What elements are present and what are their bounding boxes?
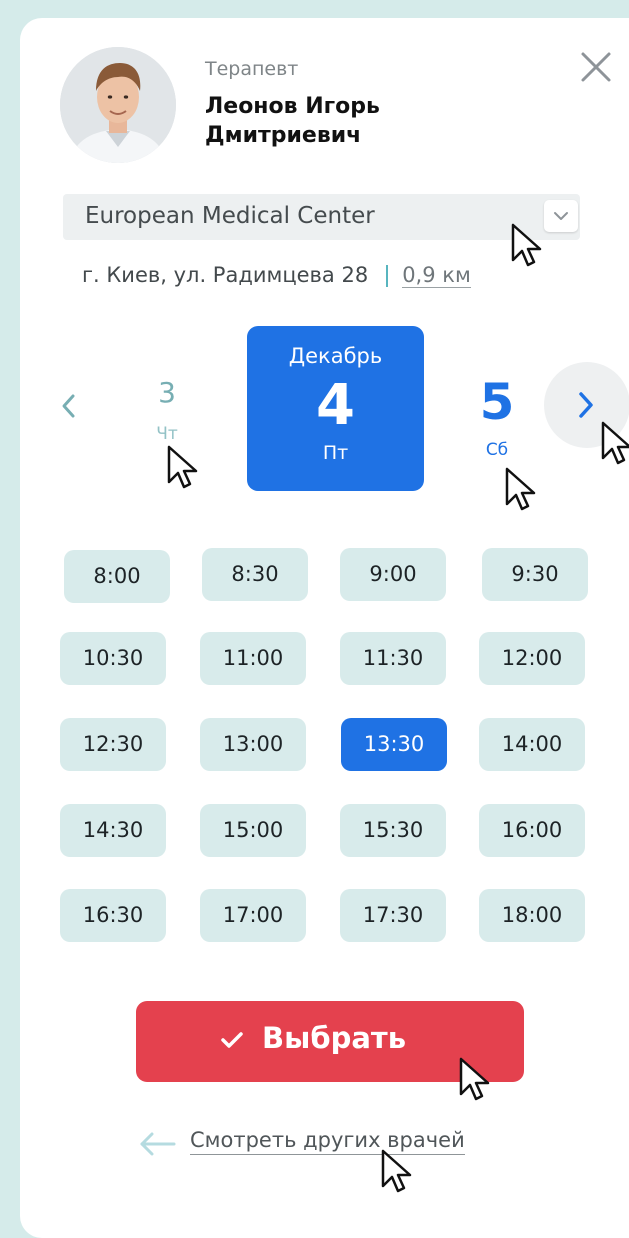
time-slot-selected[interactable]: 13:30 — [341, 718, 447, 771]
date-active-day: 4 — [316, 373, 355, 438]
clinic-address: г. Киев, ул. Радимцева 28 0,9 км — [82, 263, 471, 288]
clinic-select[interactable]: European Medical Center — [63, 194, 580, 240]
chevron-right-icon — [579, 392, 593, 418]
close-button[interactable] — [579, 50, 613, 84]
clinic-select-value: European Medical Center — [85, 203, 375, 229]
time-slot[interactable]: 12:30 — [60, 718, 166, 771]
time-slot[interactable]: 17:00 — [200, 889, 306, 942]
time-slot[interactable]: 14:00 — [479, 718, 585, 771]
choose-button[interactable]: Выбрать — [136, 1001, 524, 1082]
time-slot[interactable]: 13:00 — [200, 718, 306, 771]
clinic-select-toggle[interactable] — [544, 200, 578, 232]
time-slot[interactable]: 14:30 — [60, 804, 166, 857]
time-slot[interactable]: 18:00 — [479, 889, 585, 942]
choose-button-label: Выбрать — [262, 1021, 407, 1055]
date-active-month: Декабрь — [288, 344, 383, 368]
doctor-avatar — [60, 47, 176, 163]
next-date-button[interactable] — [544, 362, 629, 448]
date-next-weekday: Сб — [485, 440, 509, 460]
date-option-next[interactable]: 5 Сб — [462, 372, 532, 460]
avatar-photo — [60, 47, 176, 163]
checkmark-icon — [221, 1032, 243, 1048]
time-slot[interactable]: 12:00 — [479, 632, 585, 685]
address-text: г. Киев, ул. Радимцева 28 — [82, 263, 369, 287]
chevron-down-icon — [554, 212, 568, 220]
address-divider — [386, 265, 389, 287]
chevron-left-icon — [62, 394, 75, 418]
date-prev-weekday: Чт — [156, 424, 178, 444]
time-slot[interactable]: 9:30 — [482, 548, 588, 601]
time-slot[interactable]: 15:30 — [340, 804, 446, 857]
date-option-selected[interactable]: Декабрь 4 Пт — [247, 326, 424, 491]
date-active-weekday: Пт — [322, 442, 349, 464]
time-slot[interactable]: 11:30 — [340, 632, 446, 685]
date-option-prev[interactable]: 3 Чт — [132, 376, 202, 444]
prev-date-button[interactable] — [54, 388, 84, 424]
time-slot[interactable]: 10:30 — [60, 632, 166, 685]
time-slot[interactable]: 17:30 — [340, 889, 446, 942]
time-slot[interactable]: 11:00 — [200, 632, 306, 685]
time-slot[interactable]: 15:00 — [200, 804, 306, 857]
time-slot[interactable]: 8:30 — [202, 548, 308, 601]
time-slot[interactable]: 8:00 — [64, 550, 170, 603]
distance-link[interactable]: 0,9 км — [402, 263, 471, 288]
other-doctors-label: Смотреть других врачей — [190, 1128, 465, 1155]
date-prev-day: 3 — [158, 376, 176, 409]
time-slot[interactable]: 16:30 — [60, 889, 166, 942]
doctor-specialty: Терапевт — [205, 58, 299, 80]
date-next-day: 5 — [479, 373, 515, 431]
close-icon — [581, 52, 611, 82]
doctor-name: Леонов Игорь Дмитриевич — [205, 94, 380, 148]
time-slot[interactable]: 9:00 — [340, 548, 446, 601]
time-slot[interactable]: 16:00 — [479, 804, 585, 857]
arrow-left-icon — [140, 1132, 176, 1156]
